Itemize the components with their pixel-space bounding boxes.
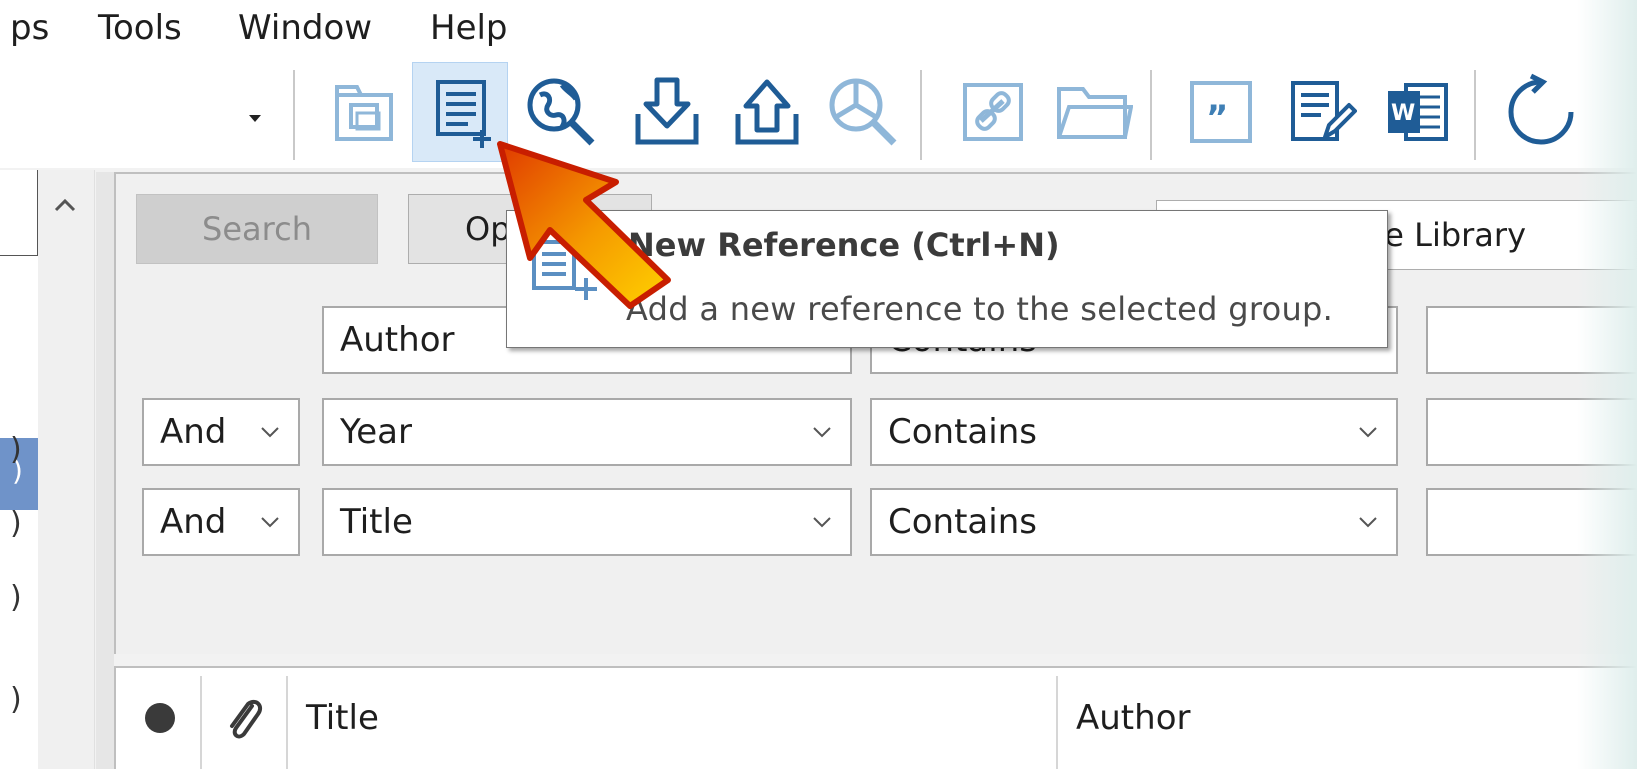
chevron-down-icon <box>1359 427 1377 438</box>
tooltip-title: New Reference (Ctrl+N) <box>628 226 1060 264</box>
bool-select-value: And <box>160 412 227 452</box>
sync-icon <box>1508 73 1574 145</box>
bool-select-row3[interactable]: And <box>142 488 300 556</box>
field-select-row2[interactable]: Year <box>322 398 852 466</box>
format-bibliography-button[interactable] <box>1280 62 1362 162</box>
scroll-up-chevron-icon[interactable] <box>48 188 82 222</box>
toolbar-separator <box>920 70 922 160</box>
menu-bar: ps Tools Window Help <box>0 0 1637 58</box>
column-divider <box>1056 676 1058 769</box>
export-icon <box>735 79 799 145</box>
search-term-input-row2[interactable] <box>1426 398 1637 466</box>
search-term-input-row1[interactable] <box>1426 306 1637 374</box>
field-select-value: Year <box>340 412 412 452</box>
copy-to-library-button[interactable] <box>322 62 404 162</box>
condition-select-row3[interactable]: Contains <box>870 488 1398 556</box>
svg-text:W: W <box>1391 101 1415 126</box>
attachment-column[interactable] <box>216 666 272 769</box>
read-status-dot-icon <box>145 702 175 733</box>
edit-document-icon <box>1291 81 1357 141</box>
sync-button[interactable] <box>1500 62 1582 162</box>
find-full-text-button[interactable] <box>822 62 904 162</box>
return-to-word-button[interactable]: W <box>1376 62 1458 162</box>
chevron-down-icon <box>813 517 831 528</box>
toolbar-separator <box>293 70 295 160</box>
open-link-button[interactable] <box>952 62 1034 162</box>
menu-help[interactable]: Help <box>430 6 508 50</box>
style-dropdown-arrow-icon[interactable] <box>244 104 266 134</box>
field-select-value: Author <box>340 320 455 360</box>
read-status-column[interactable] <box>140 666 180 769</box>
groups-scrollbar[interactable] <box>38 170 95 769</box>
column-divider <box>286 676 288 769</box>
condition-select-value: Contains <box>888 502 1037 542</box>
field-select-row3[interactable]: Title <box>322 488 852 556</box>
groups-search-field[interactable] <box>0 170 38 256</box>
search-scope-label: e Library <box>1384 216 1526 254</box>
bool-select-value: And <box>160 502 227 542</box>
group-count-paren: ) <box>10 580 22 615</box>
panel-scrollbar-track[interactable] <box>96 172 114 769</box>
group-count-paren: ) <box>10 506 22 541</box>
search-term-input-row3[interactable] <box>1426 488 1637 556</box>
bool-select-row2[interactable]: And <box>142 398 300 466</box>
paperclip-icon <box>230 699 263 738</box>
toolbar-separator <box>1150 70 1152 160</box>
chevron-down-icon <box>261 427 279 438</box>
find-full-text-icon <box>829 78 897 146</box>
insert-citation-button[interactable]: ” <box>1180 62 1262 162</box>
quote-icon: ” <box>1190 81 1252 143</box>
word-icon: W <box>1388 83 1448 141</box>
condition-select-value: Contains <box>888 412 1037 452</box>
author-column-header[interactable]: Author <box>1076 666 1190 769</box>
column-divider <box>200 676 202 769</box>
chevron-down-icon <box>1359 517 1377 528</box>
group-count-paren: ) <box>10 432 22 467</box>
open-file-button[interactable] <box>1052 62 1134 162</box>
toolbar-separator <box>1474 70 1476 160</box>
group-count-paren: ) <box>10 682 22 717</box>
chevron-down-icon <box>261 517 279 528</box>
copy-to-library-icon <box>335 85 393 141</box>
chevron-down-icon <box>813 427 831 438</box>
tooltip-description: Add a new reference to the selected grou… <box>626 290 1334 328</box>
menu-window[interactable]: Window <box>238 6 372 50</box>
title-column-header[interactable]: Title <box>306 666 379 769</box>
endnote-window: ps Tools Window Help ” W))))) Searc… <box>0 0 1637 769</box>
menu-groups[interactable]: ps <box>10 6 49 50</box>
callout-arrow-icon <box>497 141 671 309</box>
export-button[interactable] <box>726 62 808 162</box>
field-select-value: Title <box>340 502 413 542</box>
link-icon <box>963 83 1023 141</box>
condition-select-row2[interactable]: Contains <box>870 398 1398 466</box>
search-button[interactable]: Search <box>136 194 378 264</box>
folder-icon <box>1057 87 1133 139</box>
svg-text:”: ” <box>1206 98 1228 138</box>
menu-tools[interactable]: Tools <box>98 6 182 50</box>
groups-panel[interactable]: ) ) ) ) ) <box>0 170 39 769</box>
